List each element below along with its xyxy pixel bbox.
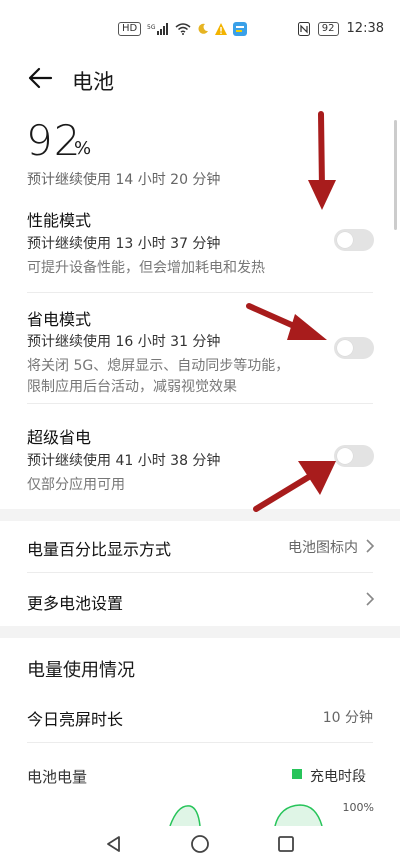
section-separator <box>0 509 400 521</box>
performance-mode-estimate: 预计继续使用 13 小时 37 分钟 <box>27 236 221 252</box>
app-notification-icon <box>233 22 248 36</box>
nav-recents-icon[interactable] <box>276 834 296 854</box>
super-power-saving-estimate: 预计继续使用 41 小时 38 分钟 <box>27 453 221 469</box>
hd-icon: HD <box>118 22 142 36</box>
status-time: 12:38 <box>346 21 384 36</box>
divider <box>27 742 373 743</box>
moon-icon <box>198 23 209 34</box>
performance-mode-desc: 可提升设备性能，但会增加耗电和发热 <box>27 260 265 276</box>
more-battery-settings-label: 更多电池设置 <box>27 594 124 613</box>
nfc-icon <box>297 21 310 36</box>
status-right: 92 12:38 <box>297 21 384 36</box>
chevron-right-icon <box>366 592 375 606</box>
power-saving-mode-toggle[interactable] <box>334 337 374 359</box>
battery-level-badge: 92 <box>317 21 339 36</box>
warning-icon <box>215 23 228 35</box>
status-bar: HD 5G 92 12:38 <box>0 0 400 40</box>
percent-display-value: 电池图标内 <box>288 540 358 556</box>
nav-home-icon[interactable] <box>190 834 210 854</box>
section-separator <box>0 626 400 638</box>
wifi-icon <box>175 23 191 35</box>
charging-legend-swatch <box>292 769 302 779</box>
nav-back-icon[interactable] <box>104 834 124 854</box>
power-saving-mode-estimate: 预计继续使用 16 小时 31 分钟 <box>27 334 221 350</box>
super-power-saving-toggle[interactable] <box>334 445 374 467</box>
battery-chart-preview <box>169 804 323 826</box>
svg-text:5G: 5G <box>147 24 156 31</box>
page-title: 电池 <box>72 70 114 94</box>
super-power-saving-desc: 仅部分应用可用 <box>27 477 125 493</box>
annotation-arrow-down-icon <box>308 111 336 210</box>
percent-display-label: 电量百分比显示方式 <box>27 540 172 559</box>
chevron-right-icon <box>366 539 375 553</box>
scrollbar[interactable] <box>394 120 397 230</box>
annotation-arrow-up-right-icon <box>253 461 336 512</box>
annotation-arrow-right-icon <box>246 303 327 340</box>
battery-estimate: 预计继续使用 14 小时 20 分钟 <box>27 172 221 188</box>
performance-mode-toggle[interactable] <box>334 229 374 251</box>
status-left-icons: HD 5G <box>118 22 248 36</box>
navigation-bar <box>0 826 400 866</box>
power-saving-mode-desc-2: 限制应用后台活动，减弱视觉效果 <box>27 379 237 395</box>
divider <box>27 403 373 404</box>
battery-level-label: 电池电量 <box>27 768 88 786</box>
usage-section-title: 电量使用情况 <box>27 660 135 681</box>
screen-time-label: 今日亮屏时长 <box>27 710 124 729</box>
battery-percent-unit: % <box>74 138 92 159</box>
charging-legend-label: 充电时段 <box>310 769 366 785</box>
divider <box>27 572 373 573</box>
back-arrow-icon[interactable] <box>26 64 54 92</box>
super-power-saving-title: 超级省电 <box>27 428 92 447</box>
divider <box>27 292 373 293</box>
performance-mode-title: 性能模式 <box>27 211 92 230</box>
power-saving-mode-title: 省电模式 <box>27 310 92 329</box>
signal-5g-icon: 5G <box>147 23 169 35</box>
power-saving-mode-desc-1: 将关闭 5G、熄屏显示、自动同步等功能， <box>27 358 290 374</box>
screen-time-value: 10 分钟 <box>322 710 373 726</box>
